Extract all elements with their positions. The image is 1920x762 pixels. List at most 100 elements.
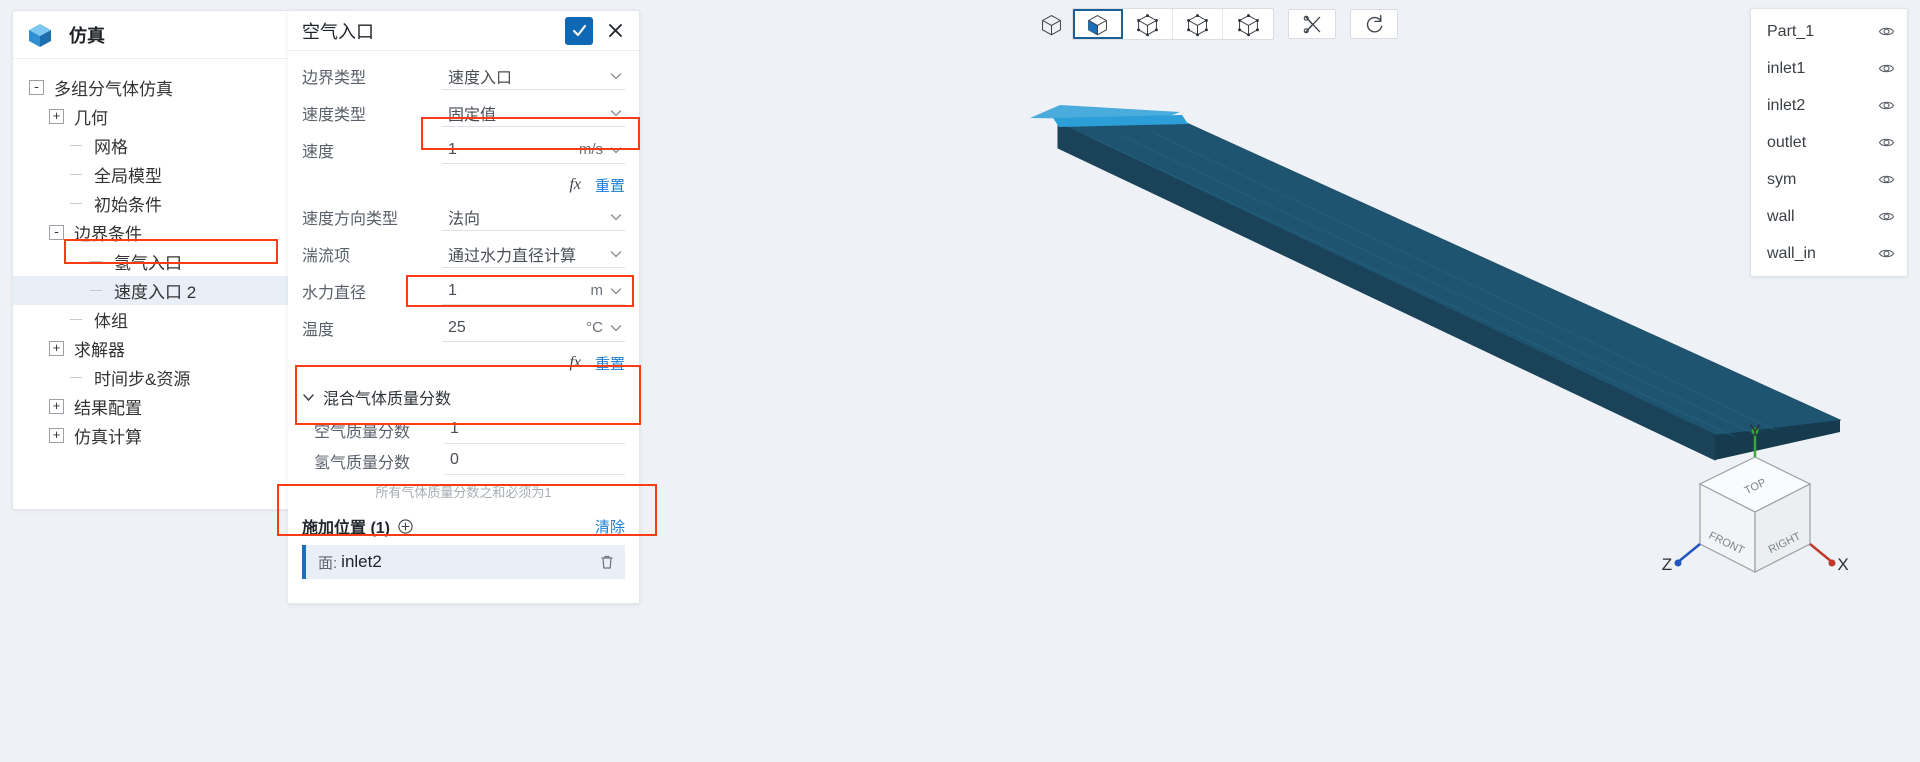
part-name: sym xyxy=(1767,170,1797,188)
tree-branch-stub xyxy=(89,283,104,298)
confirm-button[interactable] xyxy=(565,16,593,45)
tree-collapse-toggle[interactable]: - xyxy=(49,225,64,240)
mass-fraction-input[interactable]: 1 xyxy=(444,416,625,444)
eye-icon[interactable] xyxy=(1878,134,1895,151)
tree-expand-toggle[interactable]: + xyxy=(49,428,64,443)
toolbar-reset-view-button[interactable] xyxy=(1350,9,1398,39)
eye-icon[interactable] xyxy=(1878,97,1895,114)
tree-item-label: 边界条件 xyxy=(74,225,142,244)
axis-label-y: Y xyxy=(1749,422,1760,440)
mass-fraction-label: 空气质量分数 xyxy=(314,423,411,441)
field-value[interactable]: 25 xyxy=(448,319,586,337)
field-control[interactable]: 固定值 xyxy=(442,99,625,127)
tree-branch-stub xyxy=(69,196,84,211)
location-title: 施加位置 (1) xyxy=(302,520,391,537)
part-row-1[interactable]: inlet1 xyxy=(1751,50,1907,87)
panel-body: 边界类型 速度入口 速度类型 固定值 速度 1 m/s fx 重置 速度方向类型 法向 湍流项通… xyxy=(288,51,639,603)
chevron-down-icon[interactable] xyxy=(609,321,623,335)
part-row-5[interactable]: wall xyxy=(1751,198,1907,235)
mass-fraction-input[interactable]: 0 xyxy=(444,447,625,475)
chevron-down-icon xyxy=(303,393,314,401)
velocity-reset-button[interactable]: 重置 xyxy=(595,175,625,196)
chevron-down-icon[interactable] xyxy=(609,284,623,298)
part-name: outlet xyxy=(1767,133,1807,151)
chevron-down-icon[interactable] xyxy=(609,247,623,261)
tree-expand-toggle[interactable]: + xyxy=(49,341,64,356)
field-label: 速度方向类型 xyxy=(302,211,399,228)
eye-icon[interactable] xyxy=(1878,23,1895,40)
axis-z-line xyxy=(1677,543,1701,563)
field-row-2: 速度 1 m/s xyxy=(302,135,625,165)
part-row-6[interactable]: wall_in xyxy=(1751,235,1907,272)
field-control[interactable]: 1m xyxy=(442,277,625,305)
part-row-0[interactable]: Part_1 xyxy=(1751,13,1907,50)
part-row-2[interactable]: inlet2 xyxy=(1751,87,1907,124)
part-row-4[interactable]: sym xyxy=(1751,161,1907,198)
tree-item-label: 时间步&资源 xyxy=(94,370,191,389)
temperature-reset-button[interactable]: 重置 xyxy=(595,353,625,374)
check-icon xyxy=(572,24,586,37)
toolbar-select-solid-button[interactable] xyxy=(1073,9,1123,39)
location-item-0[interactable]: 面: inlet2 xyxy=(302,545,625,579)
eye-icon[interactable] xyxy=(1878,171,1895,188)
toolbar-select-edge-button[interactable] xyxy=(1173,9,1223,39)
field-value[interactable]: 固定值 xyxy=(448,101,609,125)
location-clear-button[interactable]: 清除 xyxy=(595,516,625,537)
tree-collapse-toggle[interactable]: - xyxy=(29,80,44,95)
cube-icon xyxy=(29,23,51,47)
trash-icon[interactable] xyxy=(599,554,615,570)
field-control[interactable]: 法向 xyxy=(442,203,625,231)
cancel-button[interactable] xyxy=(601,16,629,45)
tree-item-label: 多组分气体仿真 xyxy=(54,80,173,99)
field-control[interactable]: 25 °C xyxy=(442,314,625,342)
boundary-condition-panel: 空气入口 边界类型 速度入口 速度类型 固定值 速度 1 m/s fx 重置 速度方向类型法… xyxy=(288,10,640,604)
chevron-down-icon[interactable] xyxy=(609,143,623,157)
chevron-down-icon[interactable] xyxy=(609,69,623,83)
field-label: 温度 xyxy=(302,322,335,339)
field-control[interactable]: 1 m/s xyxy=(442,136,625,164)
field-row-1: 速度类型 固定值 xyxy=(302,98,625,128)
chevron-down-icon[interactable] xyxy=(609,210,623,224)
tree-item-label: 网格 xyxy=(94,138,128,157)
tree-expand-toggle[interactable]: + xyxy=(49,399,64,414)
tree-item-label: 结果配置 xyxy=(74,399,142,418)
location-header: 施加位置 (1) 清除 xyxy=(302,511,625,541)
chevron-down-icon[interactable] xyxy=(609,106,623,120)
eye-icon[interactable] xyxy=(1878,208,1895,225)
location-items: 面: inlet2 xyxy=(302,545,625,579)
field-value[interactable]: 法向 xyxy=(448,205,609,229)
toolbar-select-face-button[interactable] xyxy=(1123,9,1173,39)
field-label: 湍流项 xyxy=(302,248,351,265)
field-row-4: 湍流项 通过水力直径计算 xyxy=(302,239,625,269)
mass-fraction-section-header[interactable]: 混合气体质量分数 xyxy=(302,386,625,408)
field-label: 水力直径 xyxy=(302,285,367,302)
temperature-fx-row: fx 重置 xyxy=(302,350,625,376)
field-value[interactable]: 通过水力直径计算 xyxy=(448,242,609,266)
toolbar-section-cut-button[interactable] xyxy=(1288,9,1336,39)
tree-item-label: 初始条件 xyxy=(94,196,162,215)
axis-x-dot xyxy=(1828,559,1836,567)
axis-triad[interactable]: TOP FRONT RIGHT Y X Z xyxy=(1660,421,1850,612)
temperature-fx-button[interactable]: fx xyxy=(569,354,581,372)
tree-branch-stub xyxy=(69,312,84,327)
field-value[interactable]: 1 xyxy=(448,282,591,300)
part-name: inlet1 xyxy=(1767,59,1806,77)
field-value[interactable]: 速度入口 xyxy=(448,64,609,88)
part-row-3[interactable]: outlet xyxy=(1751,124,1907,161)
geometry-svg xyxy=(1030,105,1842,461)
field-control[interactable]: 通过水力直径计算 xyxy=(442,240,625,268)
toolbar-view-box-button[interactable] xyxy=(1030,9,1072,39)
tree-item-label: 体组 xyxy=(94,312,128,331)
tree-expand-toggle[interactable]: + xyxy=(49,109,64,124)
field-value[interactable]: 1 xyxy=(448,141,579,159)
eye-icon[interactable] xyxy=(1878,245,1895,262)
field-label: 速度 xyxy=(302,144,335,161)
axis-label-z: Z xyxy=(1662,555,1672,574)
field-unit: m xyxy=(590,282,604,299)
field-control[interactable]: 速度入口 xyxy=(442,62,625,90)
eye-icon[interactable] xyxy=(1878,60,1895,77)
toolbar-select-vertex-button[interactable] xyxy=(1223,9,1273,39)
plus-circle-icon[interactable] xyxy=(398,518,413,534)
velocity-fx-button[interactable]: fx xyxy=(569,176,581,194)
mass-fraction-section-title: 混合气体质量分数 xyxy=(323,391,452,408)
